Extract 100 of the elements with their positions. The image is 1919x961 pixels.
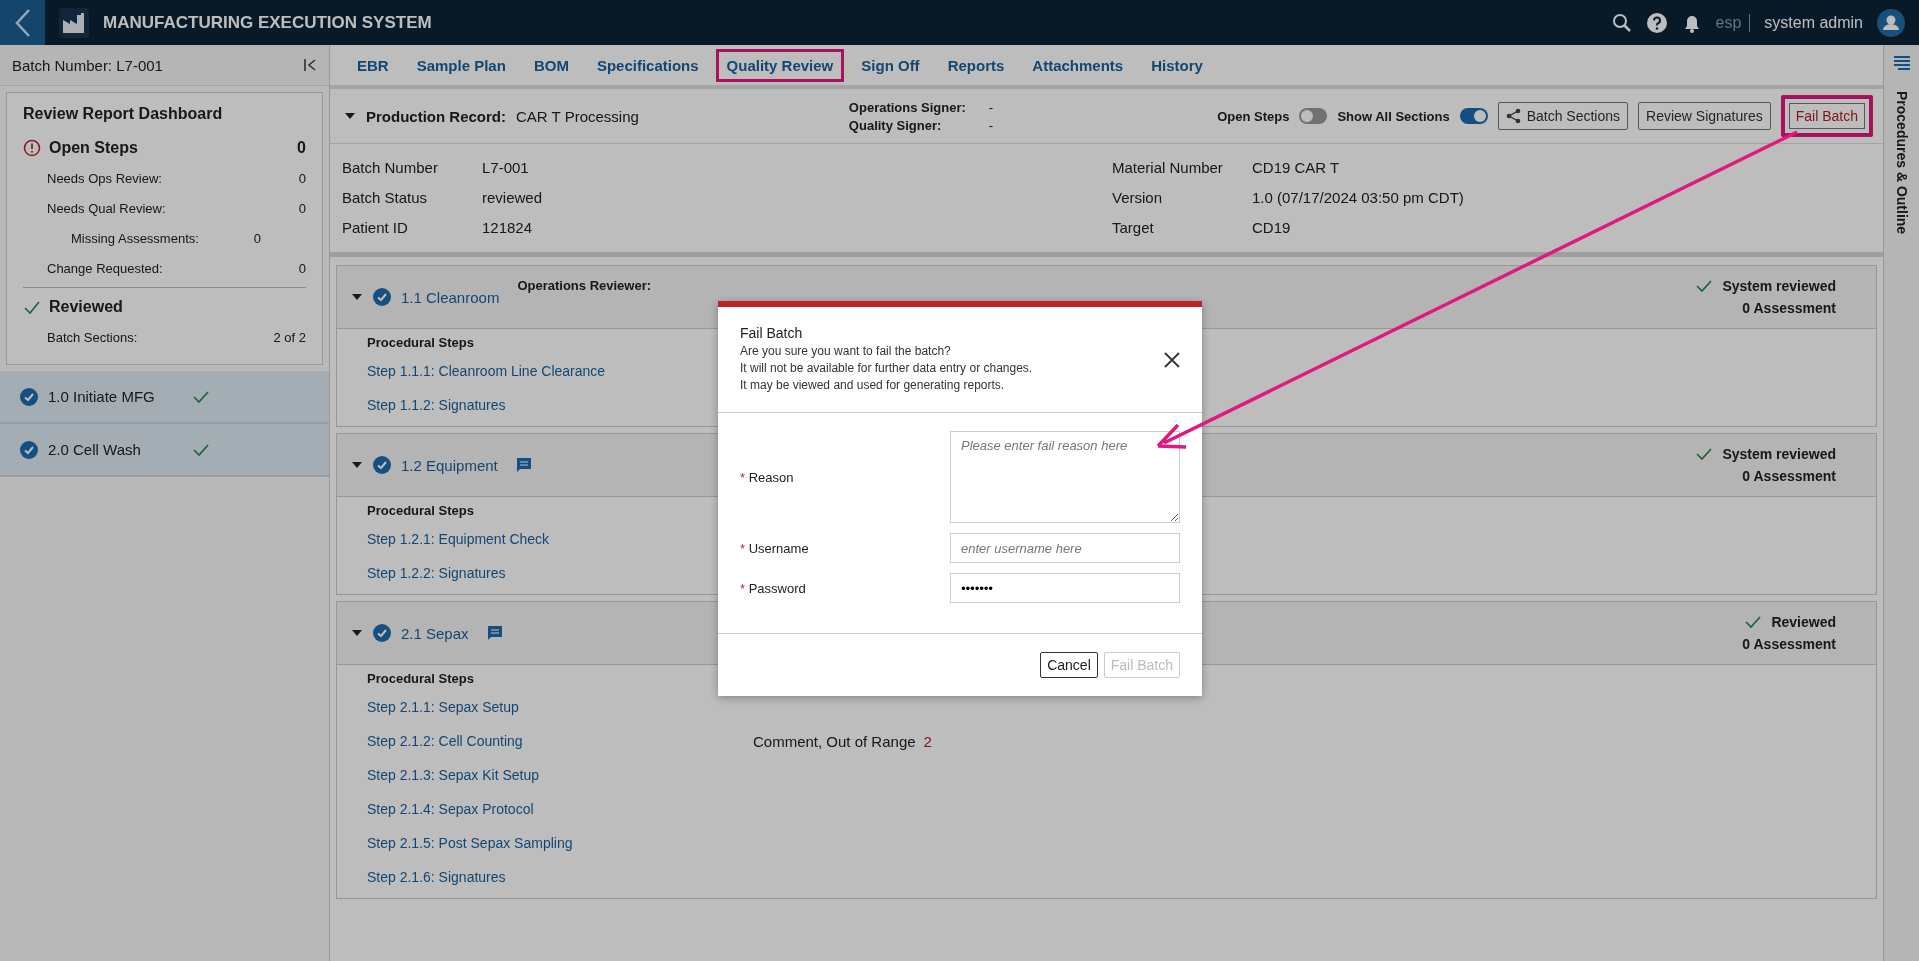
check-circle-icon — [20, 440, 38, 459]
field-value: CD19 CAR T — [1252, 158, 1340, 176]
field-label: Batch Status — [342, 188, 429, 206]
record-value: CAR T Processing — [516, 107, 639, 125]
steps-heading: Procedural Steps — [367, 671, 475, 686]
field-value: 1.0 (07/17/2024 03:50 pm CDT) — [1252, 188, 1464, 206]
dialog-button[interactable]: Cancel — [1040, 652, 1098, 678]
input-field[interactable]: enter username here — [950, 533, 1180, 563]
step-link[interactable]: Step 2.1.4: Sepax Protocol — [367, 801, 753, 817]
field-label: Target — [1112, 218, 1155, 236]
comment-icon[interactable] — [515, 457, 532, 473]
user-name[interactable]: system admin — [1764, 13, 1863, 32]
step-link[interactable]: Step 2.1.3: Sepax Kit Setup — [367, 767, 753, 783]
search-icon[interactable] — [1611, 12, 1632, 33]
input-field[interactable]: ••••••• — [950, 573, 1180, 603]
check-circle-icon — [373, 624, 391, 642]
section-title[interactable]: 2.1 Sepax — [401, 624, 469, 642]
collapse-icon[interactable] — [303, 58, 317, 72]
avatar-icon[interactable] — [1877, 8, 1905, 37]
signer-label: Quality Signer: — [848, 117, 943, 133]
tab[interactable]: Specifications — [585, 48, 710, 82]
share-icon — [1505, 108, 1521, 124]
tab[interactable]: History — [1140, 48, 1214, 82]
dialog-message: It will not be available for further data entry or changes. — [740, 360, 1033, 377]
check-icon — [1745, 615, 1762, 629]
stat-label: Change Requested: — [47, 260, 163, 276]
review-status: System reviewed — [1722, 278, 1836, 294]
field-value: L7-001 — [482, 158, 529, 176]
field-label: Batch Number — [342, 158, 439, 176]
close-icon[interactable] — [1164, 351, 1180, 368]
caret-down-icon[interactable] — [344, 112, 356, 120]
help-icon[interactable] — [1645, 11, 1668, 34]
tab[interactable]: Attachments — [1021, 48, 1135, 82]
caret-down-icon[interactable] — [351, 293, 363, 301]
review-status: Reviewed — [1771, 614, 1836, 630]
tab[interactable]: BOM — [522, 48, 580, 82]
step-note: Comment, Out of Range — [753, 732, 916, 750]
assessment-count: 0 Assessment — [1742, 468, 1836, 484]
record-label: Production Record: — [366, 107, 506, 125]
batch-number-title: Batch Number: L7-001 — [12, 56, 163, 74]
comment-icon[interactable] — [486, 625, 503, 641]
section-title[interactable]: 1.2 Equipment — [401, 456, 498, 474]
signer-value: - — [988, 117, 994, 133]
back-button[interactable] — [0, 0, 45, 45]
open-steps-label: Open Steps — [49, 139, 139, 157]
toolbar-button[interactable]: Batch Sections — [1497, 102, 1628, 130]
stat-value: 0 — [298, 260, 306, 276]
sidebar-item[interactable]: 2.0 Cell Wash — [0, 424, 329, 477]
stat-value: 0 — [298, 170, 306, 186]
dialog-message: It may be viewed and used for generating reports. — [740, 377, 1006, 394]
stat-value: 0 — [298, 200, 306, 216]
check-circle-icon — [373, 456, 391, 474]
signer-label: Operations Signer: — [848, 99, 967, 115]
language-label[interactable]: esp — [1715, 13, 1742, 32]
field-label: Material Number — [1112, 158, 1224, 176]
step-link[interactable]: Step 2.1.2: Cell Counting — [367, 733, 753, 749]
tab[interactable]: Sign Off — [850, 48, 931, 82]
stat-value: 2 of 2 — [273, 329, 306, 345]
caret-down-icon[interactable] — [351, 461, 363, 469]
tab[interactable]: Quality Review — [715, 48, 845, 82]
tab[interactable]: Reports — [936, 48, 1016, 82]
stat-label: Needs Qual Review: — [47, 200, 166, 216]
reason-field[interactable]: Please enter fail reason here — [950, 431, 1180, 523]
field-value: reviewed — [482, 188, 543, 206]
signer-value: - — [988, 99, 994, 115]
field-label: * Password — [740, 580, 806, 596]
field-value: 121824 — [482, 218, 533, 236]
toggle-label: Open Steps — [1217, 108, 1290, 124]
note-count: 2 — [923, 732, 932, 750]
steps-heading: Procedural Steps — [367, 503, 475, 518]
toggle-switch[interactable] — [1459, 108, 1488, 124]
field-value: CD19 — [1252, 218, 1291, 236]
step-link[interactable]: Step 2.1.1: Sepax Setup — [367, 699, 753, 715]
dashboard-title: Review Report Dashboard — [23, 105, 224, 123]
toggle-switch[interactable] — [1299, 108, 1328, 124]
dialog-title: Fail Batch — [740, 325, 804, 341]
tab[interactable]: Sample Plan — [405, 48, 517, 82]
tab[interactable]: EBR — [346, 48, 400, 82]
toggle-label: Show All Sections — [1337, 108, 1450, 124]
review-status: System reviewed — [1722, 446, 1836, 462]
stat-value: 0 — [253, 230, 261, 246]
toolbar-button[interactable]: Fail Batch — [1780, 95, 1873, 137]
section-title[interactable]: 1.1 Cleanroom — [401, 288, 500, 306]
field-label: Patient ID — [342, 218, 409, 236]
toolbar-button[interactable]: Review Signatures — [1638, 102, 1771, 130]
stat-label: Batch Sections: — [47, 329, 138, 345]
app-title: MANUFACTURING EXECUTION SYSTEM — [103, 12, 432, 33]
dialog-message: Are you sure you want to fail the batch? — [740, 343, 952, 360]
caret-down-icon[interactable] — [351, 629, 363, 637]
stat-label: Missing Assessments: — [71, 230, 199, 246]
field-label: * Username — [740, 540, 809, 556]
side-panel-tab[interactable]: Procedures & Outline — [1893, 91, 1910, 235]
step-link[interactable]: Step 2.1.6: Signatures — [367, 869, 753, 885]
check-circle-icon — [373, 288, 391, 306]
sidebar-item[interactable]: 1.0 Initiate MFG — [0, 371, 329, 424]
open-steps-count: 0 — [297, 139, 306, 157]
step-link[interactable]: Step 2.1.5: Post Sepax Sampling — [367, 835, 753, 851]
list-icon[interactable] — [1892, 55, 1911, 71]
field-label: * Reason — [740, 469, 794, 485]
check-icon — [1696, 447, 1713, 461]
